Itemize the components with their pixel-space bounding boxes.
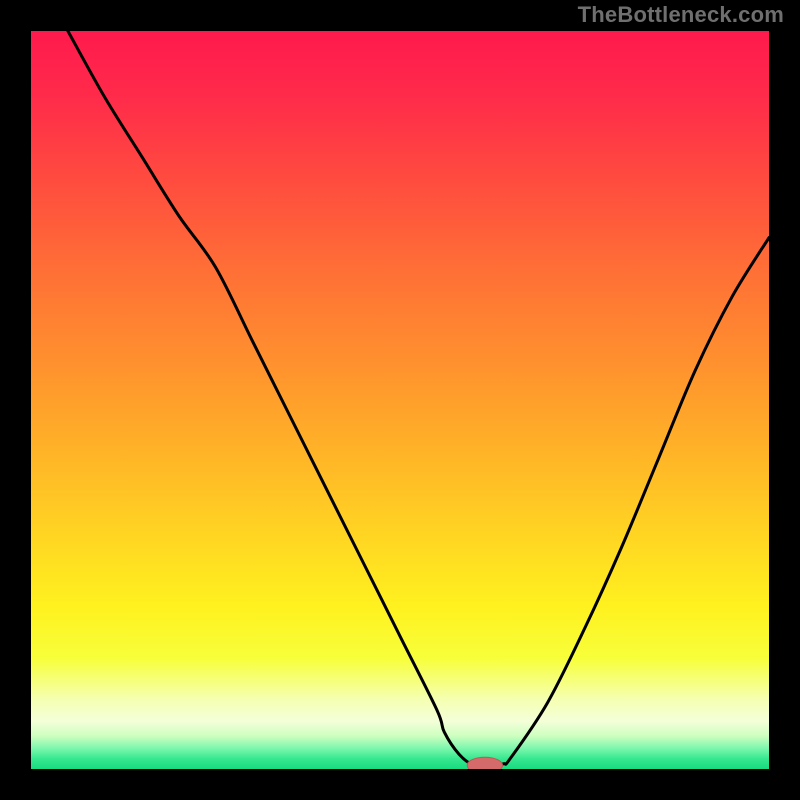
watermark-text: TheBottleneck.com	[578, 2, 784, 28]
bottleneck-chart-svg	[31, 31, 769, 769]
gradient-background	[31, 31, 769, 769]
chart-frame: TheBottleneck.com	[0, 0, 800, 800]
plot-area	[31, 31, 769, 769]
